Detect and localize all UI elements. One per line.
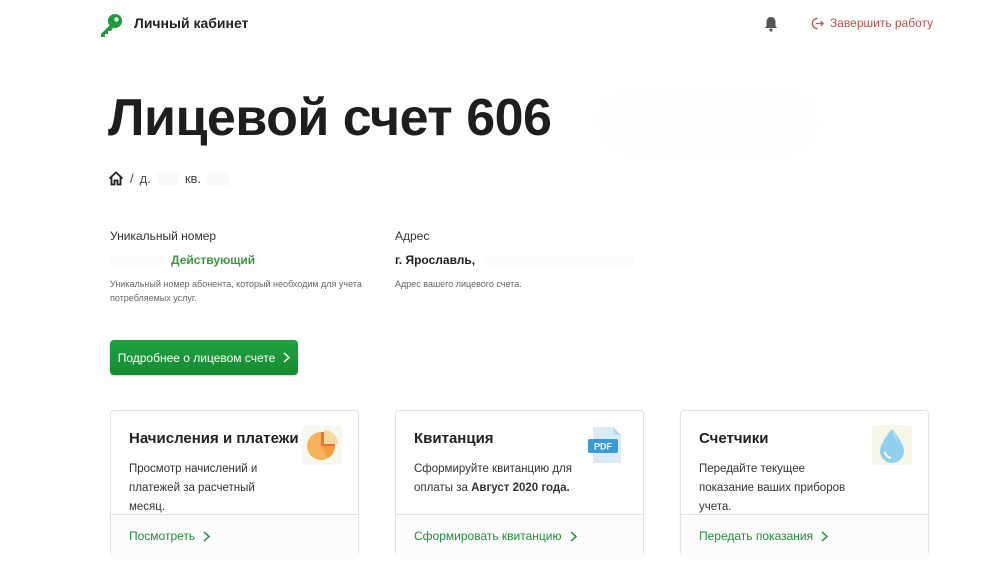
logout-icon — [811, 17, 824, 29]
card-title: Счетчики — [699, 430, 769, 447]
submit-readings-link[interactable]: Передать показания — [699, 529, 829, 543]
key-icon[interactable] — [98, 12, 124, 38]
card-description: Сформируйте квитанцию для оплаты за Авгу… — [414, 460, 574, 498]
breadcrumb-house: д. — [139, 171, 151, 186]
redacted-address — [484, 255, 635, 267]
unique-number-value: Действующий — [110, 253, 255, 267]
card-title: Квитанция — [414, 430, 494, 447]
card-footer: Посмотреть — [111, 514, 358, 557]
unique-number-note: Уникальный номер абонента, который необх… — [110, 279, 362, 303]
account-details-label: Подробнее о лицевом счете — [117, 350, 276, 365]
redacted-account-number — [598, 92, 818, 154]
breadcrumb-apartment: кв. — [184, 171, 202, 186]
redacted-house — [156, 171, 179, 186]
card-link-label: Сформировать квитанцию — [414, 529, 562, 543]
chevron-right-icon — [569, 530, 577, 542]
pdf-file-icon: PDF — [588, 427, 621, 463]
card-receipt: Квитанция Сформируйте квитанцию для опла… — [395, 410, 644, 557]
pdf-icon-label: PDF — [594, 442, 613, 452]
redacted-unique-number — [110, 255, 165, 267]
brand-title[interactable]: Личный кабинет — [134, 15, 248, 31]
card-charges-payments: Начисления и платежи Просмотр начислений… — [110, 410, 359, 557]
unique-number-label: Уникальный номер — [110, 229, 217, 243]
pie-chart-icon — [302, 425, 342, 465]
page-title: Лицевой счет 606 — [108, 89, 552, 147]
bell-icon[interactable] — [764, 16, 778, 32]
chevron-right-icon — [821, 530, 829, 542]
water-drop-icon — [872, 425, 912, 465]
address-note: Адрес вашего лицевого счета. — [395, 279, 522, 289]
logout-label: Завершить работу — [830, 16, 934, 30]
card-title: Начисления и платежи — [129, 430, 299, 447]
chevron-right-icon — [203, 530, 211, 542]
card-description-period: Август 2020 года. — [471, 482, 570, 494]
status-badge: Действующий — [171, 253, 256, 267]
card-description: Передайте текущее показание ваших прибор… — [699, 463, 846, 513]
address-value: г. Ярославль, — [395, 253, 640, 267]
logout-button[interactable]: Завершить работу — [811, 16, 933, 30]
top-bar: Личный кабинет Завершить работу — [0, 0, 1000, 48]
view-charges-link[interactable]: Посмотреть — [129, 529, 211, 543]
address-city: г. Ярославль, — [395, 253, 476, 267]
card-footer: Сформировать квитанцию — [396, 514, 643, 557]
breadcrumb: / д. кв. — [108, 171, 230, 186]
account-details-button[interactable]: Подробнее о лицевом счете — [110, 340, 298, 375]
home-icon[interactable] — [108, 171, 124, 186]
chevron-right-icon — [283, 352, 291, 363]
redacted-apartment — [207, 171, 230, 186]
card-description: Просмотр начислений и платежей за расчет… — [129, 463, 258, 513]
card-meters: Счетчики Передайте текущее показание ваш… — [680, 410, 929, 557]
card-footer: Передать показания — [681, 514, 928, 557]
card-link-label: Передать показания — [699, 529, 814, 543]
breadcrumb-separator: / — [130, 171, 134, 186]
generate-receipt-link[interactable]: Сформировать квитанцию — [414, 529, 577, 543]
card-link-label: Посмотреть — [129, 529, 196, 543]
address-label: Адрес — [395, 229, 430, 243]
